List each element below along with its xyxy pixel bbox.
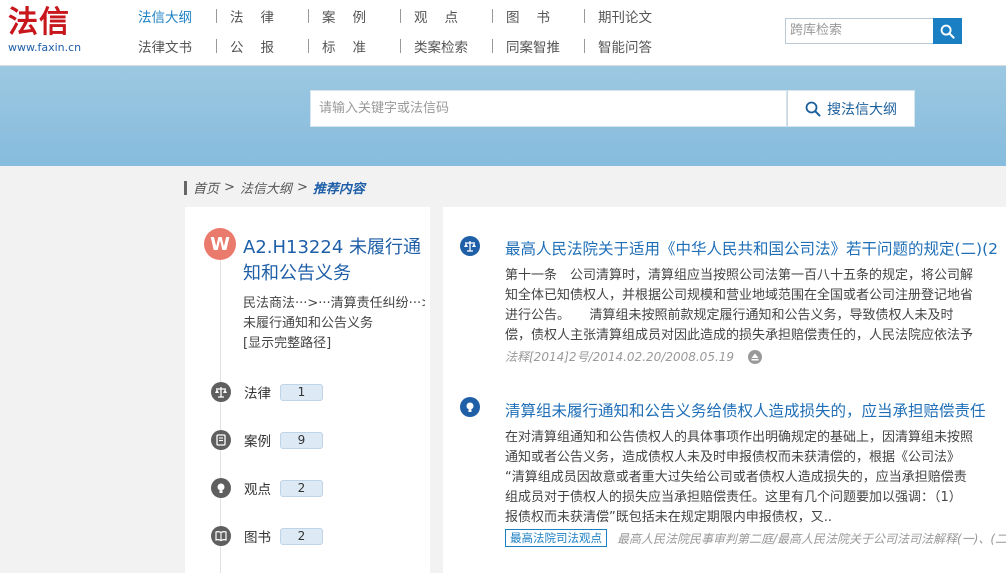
breadcrumb-current: 推荐内容 [312,182,365,197]
snippet-line: 偿，债权人主张清算组成员对因此造成的损失承担赔偿责任的，人民法院应依法予 [505,328,974,343]
cross-search-input[interactable]: 跨库检索 [785,18,933,44]
lightbulb-icon [460,397,480,417]
category-cases[interactable]: 案例 9 [211,430,323,450]
logo-url: www.faxin.cn [8,41,82,54]
category-books[interactable]: 图书 2 [211,526,323,546]
nav-row-1: 法信大纲 法律 案例 观点 图书 期刊论文 [138,6,658,26]
result-snippet: 第十一条 公司清算时，清算组应当按照公司法第一百八十五条的规定，将公司解 知全体… [505,266,1006,346]
category-law[interactable]: 法律 1 [211,382,323,402]
nav-opinions[interactable]: 观点 [414,6,474,26]
nav-divider [492,39,493,53]
show-full-path-link[interactable]: [显示完整路径] [243,334,425,354]
logo[interactable]: 法信 www.faxin.cn [8,6,81,55]
nav-divider [216,39,217,53]
timeline-line [220,247,221,573]
nav-similar-case-search[interactable]: 类案检索 [414,36,474,56]
results-panel: 最高人民法院关于适用《中华人民共和国公司法》若干问题的规定(二)(2 第十一条 … [443,207,1006,573]
snippet-line: 第十一条 公司清算时，清算组应当按照公司法第一百八十五条的规定，将公司解 [505,268,974,283]
category-count: 1 [280,383,323,401]
snippet-line: 进行公告。 清算组未按照前款规定履行通知和公告义务，导致债权人未及时 [505,308,954,323]
topic-panel: W A2.H13224 未履行通知和公告义务 民法商法···>···清算责任纠纷… [185,207,430,573]
nav-divider [308,39,309,53]
nav-journals[interactable]: 期刊论文 [598,6,658,26]
snippet-line: 通知或者公告义务，造成债权人未及时申报债权而未获清偿的，根据《公司法》 [505,450,961,465]
category-label: 案例 [244,434,271,450]
topic-badge-icon: W [204,228,236,260]
nav-cases[interactable]: 案例 [322,6,382,26]
nav-standards[interactable]: 标准 [322,36,382,56]
breadcrumb: 首页 > 法信大纲 > 推荐内容 [184,178,365,197]
category-count: 2 [280,479,323,497]
nav-divider [216,9,217,23]
nav-legal-docs[interactable]: 法律文书 [138,36,198,56]
logo-text: 法信 [8,5,70,40]
scales-icon [211,382,231,402]
category-label: 观点 [244,482,271,498]
snippet-line: “清算组成员因故意或者重大过失给公司或者债权人造成损失的，应当承担赔偿责 [505,470,967,485]
result-title[interactable]: 最高人民法院关于适用《中华人民共和国公司法》若干问题的规定(二)(2 [505,237,998,259]
nav-books[interactable]: 图书 [506,6,566,26]
book-icon [211,526,231,546]
category-label: 法律 [244,386,271,402]
snippet-line: 知全体已知债权人，并根据公司规模和营业地域范围在全国或者公司注册登记地省 [505,288,974,303]
site-header: 法信 www.faxin.cn 法信大纲 法律 案例 观点 图书 期刊论文 法律… [0,0,1006,66]
nav-divider [492,9,493,23]
topic-title: A2.H13224 未履行通知和公告义务 [243,237,422,284]
cross-search: 跨库检索 [785,18,962,44]
nav-gazette[interactable]: 公报 [230,36,290,56]
main-search-input[interactable]: 请输入关键字或法信码 [310,90,787,127]
nav-divider [400,9,401,23]
topic-path-line[interactable]: 民法商法···>···清算责任纠纷···>··· [243,294,425,314]
main-search: 请输入关键字或法信码 搜法信大纲 [310,90,915,127]
category-count: 9 [280,431,323,449]
nav-case-recommend[interactable]: 同案智推 [506,36,566,56]
result-meta: 法释[2014]2号/2014.02.20/2008.05.19 [505,348,763,365]
main-search-button-label: 搜法信大纲 [827,101,897,118]
upload-icon[interactable] [748,349,763,364]
nav-divider [400,39,401,53]
nav-row-2: 法律文书 公报 标准 类案检索 同案智推 智能问答 [138,36,658,56]
result-source: 最高人民法院民事审判第二庭/最高人民法院关于公司法司法解释(一)、(二 [617,531,1006,546]
result-snippet: 在对清算组通知和公告债权人的具体事项作出明确规定的基础上，因清算组未按照 通知或… [505,428,1006,528]
breadcrumb-marker [184,180,187,195]
main-search-button[interactable]: 搜法信大纲 [787,90,915,127]
search-icon [805,101,821,116]
source-tag[interactable]: 最高法院司法观点 [505,529,607,547]
nav-divider [584,39,585,53]
topic-path: 民法商法···>···清算责任纠纷···>··· 未履行通知和公告义务 [显示完… [243,294,425,354]
nav-smart-qa[interactable]: 智能问答 [598,36,658,56]
topic-path-line[interactable]: 未履行通知和公告义务 [243,314,425,334]
cross-search-button[interactable] [933,18,962,44]
search-icon [940,24,955,39]
nav-divider [584,9,585,23]
search-banner: 请输入关键字或法信码 搜法信大纲 [0,66,1006,166]
category-count: 2 [280,527,323,545]
scales-icon [460,236,480,256]
breadcrumb-separator: > [296,180,308,195]
breadcrumb-separator: > [224,180,235,195]
breadcrumb-section[interactable]: 法信大纲 [240,178,292,197]
breadcrumb-home[interactable]: 首页 [193,178,219,197]
category-label: 图书 [244,530,271,546]
result-source: 法释[2014]2号/2014.02.20/2008.05.19 [505,350,735,364]
result-meta: 最高法院司法观点 最高人民法院民事审判第二庭/最高人民法院关于公司法司法解释(一… [505,529,1006,547]
nav-law[interactable]: 法律 [230,6,290,26]
snippet-line: 在对清算组通知和公告债权人的具体事项作出明确规定的基础上，因清算组未按照 [505,430,974,445]
case-icon [211,430,231,450]
category-opinions[interactable]: 观点 2 [211,478,323,498]
result-title[interactable]: 清算组未履行通知和公告义务给债权人造成损失的，应当承担赔偿责任 [505,399,986,421]
snippet-line: 报债权而未获清偿”既包括未在规定期限内申报债权，又.. [505,510,832,525]
nav-outline[interactable]: 法信大纲 [138,6,198,26]
lightbulb-icon [211,478,231,498]
nav-divider [308,9,309,23]
snippet-line: 组成员对于债权人的损失应当承担赔偿责任。这里有几个问题要加以强调：（1） [505,490,962,505]
